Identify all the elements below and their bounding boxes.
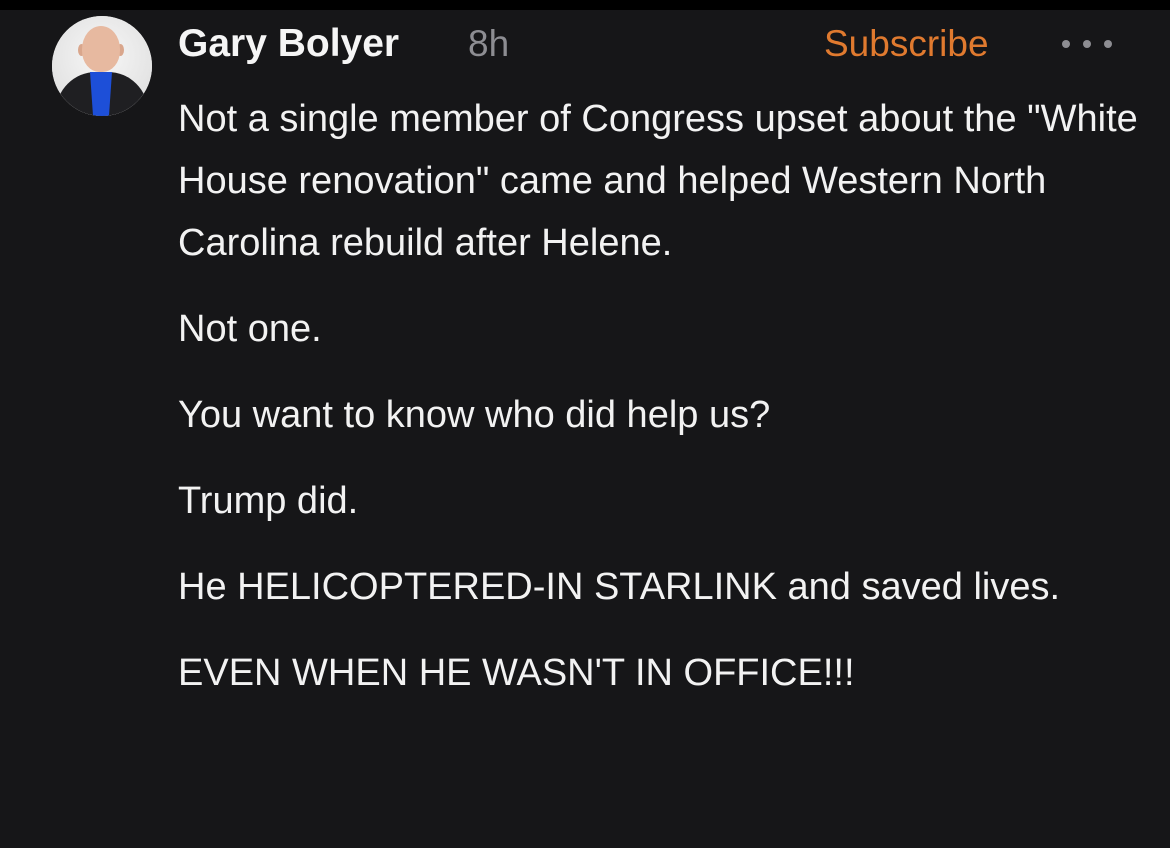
comment-paragraph: Not a single member of Congress upset ab… [178,98,1138,264]
avatar-shirt [90,72,112,116]
comment-paragraph: He HELICOPTERED-IN STARLINK and saved li… [178,566,1061,608]
avatar-face [82,26,120,72]
comment-timestamp: 8h [468,23,510,64]
subscribe-button[interactable]: Subscribe [824,22,989,66]
comment-paragraph: Not one. [178,308,322,350]
comment-paragraph: Trump did. [178,480,359,522]
more-options-icon[interactable] [1062,34,1112,54]
comment-body: Not a single member of Congress upset ab… [178,88,1138,728]
comment-paragraph: EVEN WHEN HE WASN'T IN OFFICE!!! [178,652,855,694]
dot [1062,40,1070,48]
comment-card: Gary Bolyer 8h Subscribe Not a single me… [0,10,1170,848]
dot [1104,40,1112,48]
avatar[interactable] [52,16,152,116]
comment-paragraph: You want to know who did help us? [178,394,771,436]
author-name[interactable]: Gary Bolyer [178,22,399,66]
dot [1083,40,1091,48]
top-edge [0,0,1170,10]
